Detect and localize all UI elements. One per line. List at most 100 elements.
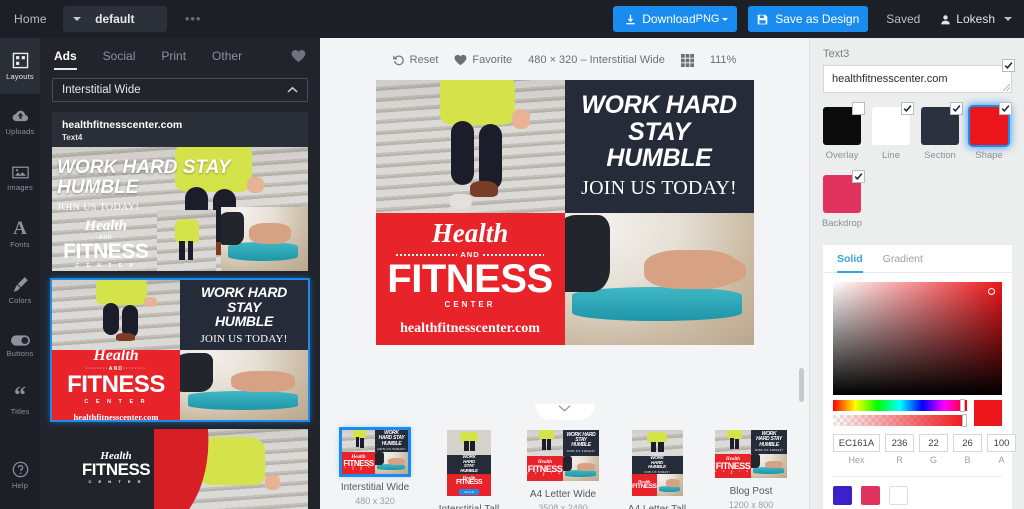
canvas-headline-block[interactable]: WORK HARD STAY HUMBLE JOIN US TODAY! — [564, 80, 754, 213]
size-thumbnail: WORK HARD STAY HUMBLE JOIN US TODAY! Health… — [715, 430, 787, 478]
color-preset-swatch[interactable] — [889, 486, 908, 505]
color-preset-swatch[interactable] — [861, 486, 880, 505]
swatch-overlay-color[interactable] — [823, 102, 865, 145]
tab-social[interactable]: Social — [103, 38, 136, 74]
project-select-label: default — [95, 12, 135, 26]
red-field-group: R — [885, 434, 914, 465]
save-as-design-button[interactable]: Save as Design — [748, 6, 869, 32]
size-option-blog-post[interactable]: WORK HARD STAY HUMBLE JOIN US TODAY! Health… — [704, 430, 798, 509]
green-input[interactable] — [919, 434, 948, 452]
tab-print[interactable]: Print — [161, 38, 186, 74]
size-option-dimensions: 1200 x 800 — [728, 500, 774, 509]
rail-item-uploads[interactable]: Uploads — [0, 94, 40, 150]
template-preview: WORK HARD STAY HUMBLE JOIN US TODAY! Hea… — [52, 147, 308, 271]
rail-item-colors[interactable]: Colors — [0, 262, 40, 318]
rail-item-label: Layouts — [6, 71, 34, 81]
download-button-main[interactable]: Download — [613, 12, 696, 26]
heart-icon[interactable] — [291, 49, 306, 63]
swatch-backdrop-color[interactable] — [823, 170, 865, 213]
tab-ads[interactable]: Ads — [54, 38, 77, 74]
template-card[interactable]: healthfitnesscenter.com Text4 WORK HARD … — [52, 112, 308, 271]
size-option-name: Blog Post — [729, 486, 773, 497]
reset-button[interactable]: Reset — [392, 54, 438, 66]
hex-field-group: Hex — [833, 434, 880, 465]
swatch-overlay[interactable]: Overlay — [823, 102, 865, 161]
size-thumbnail: WORK HARD STAY HUMBLE Health FITNESS Join Us — [447, 430, 491, 496]
canvas-photo-mat[interactable] — [564, 212, 754, 345]
download-button[interactable]: Download PNG — [613, 6, 740, 32]
project-select[interactable]: default — [62, 6, 167, 32]
canvas-scrollbar[interactable] — [799, 368, 804, 402]
swatch-backdrop[interactable]: Backdrop — [822, 170, 865, 229]
swatch-section[interactable]: Section — [921, 102, 963, 161]
saturation-value-field[interactable] — [833, 282, 1002, 395]
swatch-backdrop-checkbox[interactable] — [852, 170, 865, 183]
color-picker-body: Hex R G B A — [823, 273, 1016, 509]
size-dropdown[interactable]: Interstitial Wide — [52, 78, 308, 102]
design-canvas[interactable]: WORK HARD STAY HUMBLE JOIN US TODAY! Hea… — [375, 80, 754, 345]
rail-item-help[interactable]: Help — [0, 447, 40, 503]
swatch-line-checkbox[interactable] — [901, 102, 914, 115]
red-input[interactable] — [885, 434, 914, 452]
swatch-overlay-checkbox[interactable] — [852, 102, 865, 115]
chevron-up-icon — [287, 86, 298, 94]
swatch-line[interactable]: Line — [872, 102, 914, 161]
swatch-section-color[interactable] — [921, 102, 963, 145]
canvas-brand-block[interactable]: Health AND FITNESS CENTER healthfitnessc… — [375, 212, 565, 345]
brand-sub: CENTER — [444, 300, 496, 310]
alpha-input[interactable] — [987, 434, 1016, 452]
hue-slider-handle[interactable] — [960, 399, 965, 412]
download-format-dropdown[interactable]: PNG — [696, 13, 740, 25]
headline-line-2: STAY — [628, 117, 690, 146]
size-option-interstitial-wide[interactable]: WORK HARD STAY HUMBLE JOIN US TODAY! Health… — [328, 427, 422, 506]
swatch-section-checkbox[interactable] — [950, 102, 963, 115]
rail-item-label: Help — [11, 480, 29, 490]
tab-other[interactable]: Other — [212, 38, 242, 74]
swatch-shape-label: Shape — [975, 150, 1003, 161]
canvas-photo-stairs[interactable] — [375, 80, 565, 213]
rail-item-layouts[interactable]: Layouts — [0, 38, 40, 94]
brand-url: healthfitnesscenter.com — [400, 321, 540, 337]
swatch-shape[interactable]: Shape — [970, 102, 1012, 161]
favorite-button[interactable]: Favorite — [454, 54, 512, 66]
hex-label: Hex — [848, 455, 865, 465]
rail-item-label: Colors — [8, 295, 32, 305]
size-option-interstitial-tall[interactable]: WORK HARD STAY HUMBLE Health FITNESS Join Us … — [422, 430, 516, 509]
collapse-strip-button[interactable] — [534, 404, 595, 420]
alpha-field-group: A — [987, 434, 1016, 465]
hue-slider[interactable] — [833, 399, 967, 412]
rail-item-images[interactable]: Images — [0, 150, 40, 206]
grid-icon[interactable] — [680, 53, 694, 67]
canvas-area: Reset Favorite 480 × 320 – Interstitial … — [320, 38, 810, 509]
alpha-slider[interactable] — [833, 414, 967, 427]
size-option-name: A4 Letter Tall — [628, 504, 686, 509]
more-options-button[interactable]: ••• — [185, 12, 202, 25]
textarea-resize-handle[interactable] — [1003, 84, 1010, 91]
swatch-shape-checkbox[interactable] — [999, 102, 1012, 115]
template-card[interactable]: WORK HARD STAY HUMBLE JOIN US TODAY! Hea… — [50, 278, 310, 422]
rail-item-buttons[interactable]: Buttons — [0, 318, 40, 374]
swatch-overlay-label: Overlay — [825, 150, 859, 161]
rail-item-titles[interactable]: “ Titles — [0, 374, 40, 430]
swatch-shape-color[interactable] — [970, 102, 1012, 145]
text-field-input[interactable] — [823, 65, 1012, 93]
color-picker-tabs: Solid Gradient — [823, 245, 1012, 273]
alpha-slider-handle[interactable] — [962, 414, 967, 427]
size-option-name: Interstitial Wide — [340, 482, 410, 493]
tab-solid[interactable]: Solid — [837, 245, 863, 273]
swatch-section-label: Section — [924, 150, 956, 161]
size-option-a4-letter-wide[interactable]: WORK HARD STAY HUMBLE JOIN US TODAY! Health… — [516, 430, 610, 509]
blue-input[interactable] — [953, 434, 982, 452]
red-label: R — [896, 455, 903, 465]
saturation-handle[interactable] — [988, 288, 995, 295]
color-preset-swatch[interactable] — [833, 486, 852, 505]
rail-item-fonts[interactable]: A Fonts — [0, 206, 40, 262]
text-field-checkbox[interactable] — [1002, 59, 1015, 72]
template-card[interactable]: Health FITNESS C E N T E R — [52, 429, 308, 509]
size-option-a4-letter-tall[interactable]: WORK HARD HUMBLE JOIN US TODAY! Health FITNE… — [610, 430, 704, 509]
home-link[interactable]: Home — [14, 12, 47, 26]
swatch-line-color[interactable] — [872, 102, 914, 145]
hex-input[interactable] — [833, 434, 880, 452]
user-menu[interactable]: Lokesh — [940, 12, 1012, 26]
tab-gradient[interactable]: Gradient — [883, 245, 923, 273]
